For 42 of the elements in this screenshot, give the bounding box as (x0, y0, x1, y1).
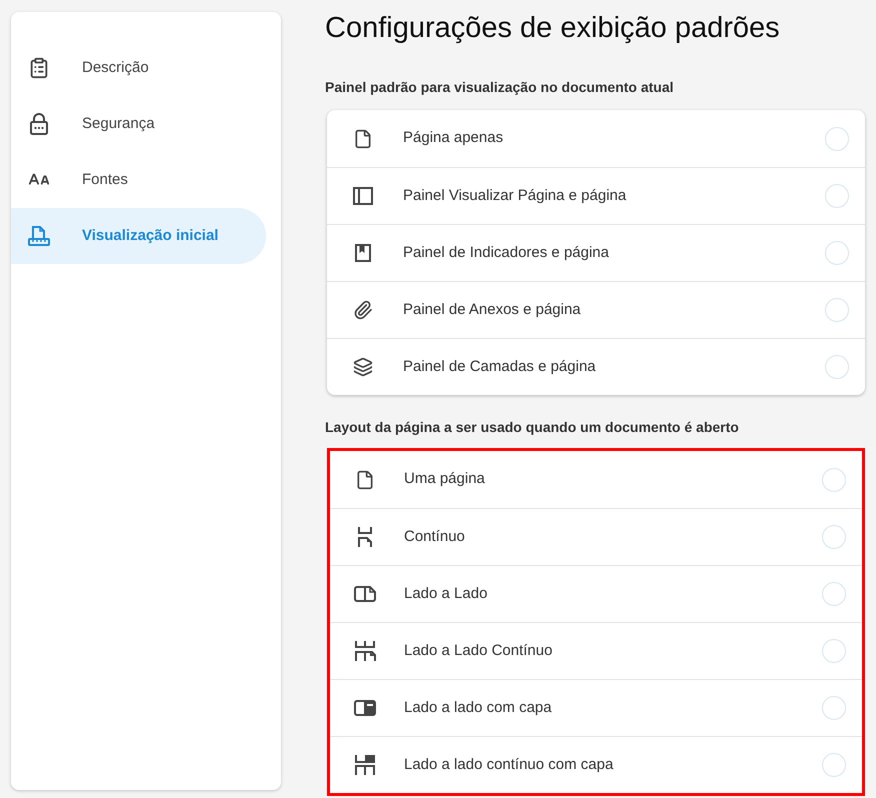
layers-icon (353, 357, 373, 377)
option-label: Lado a lado contínuo com capa (404, 754, 614, 775)
radio-button[interactable] (825, 355, 849, 379)
page-icon (353, 128, 373, 148)
lock-icon (29, 113, 49, 135)
section-heading: Layout da página a ser usado quando um documento é aberto (325, 418, 740, 437)
sidebar-item[interactable]: Descrição (11, 40, 266, 96)
sidebar-item[interactable]: Fontes (11, 152, 266, 208)
radio-button[interactable] (822, 525, 846, 549)
radio-button[interactable] (822, 696, 846, 720)
radio-button[interactable] (825, 241, 849, 265)
option-label: Uma página (404, 469, 486, 490)
option-label: Painel de Camadas e página (403, 356, 597, 377)
sidebar-item[interactable]: Segurança (11, 96, 266, 152)
clipboard-icon (28, 57, 50, 79)
two-pages-icon (354, 586, 376, 602)
page-title: Configurações de exibição padrões (325, 11, 781, 46)
radio-button[interactable] (825, 184, 849, 208)
continuous-pages-icon (356, 527, 372, 547)
two-pages-cover-icon (354, 700, 376, 716)
radio-button[interactable] (822, 468, 846, 492)
section-heading: Painel padrão para visualização no documento atual (325, 78, 675, 97)
option-label: Página apenas (403, 128, 504, 148)
option-label: Lado a Lado (404, 584, 488, 604)
page-icon (354, 470, 374, 490)
option-label: Painel Visualizar Página e página (403, 186, 628, 206)
option-label: Contínuo (404, 526, 466, 547)
bookmark-page-icon (355, 244, 371, 262)
radio-button[interactable] (825, 126, 849, 150)
option-label: Painel de Anexos e página (403, 300, 582, 320)
radio-button[interactable] (822, 753, 846, 777)
option-label: Lado a Lado Contínuo (404, 640, 554, 661)
radio-button[interactable] (825, 298, 849, 322)
radio-button[interactable] (822, 639, 846, 663)
two-pages-continuous-cover-icon (354, 755, 376, 775)
two-pages-continuous-icon (354, 641, 376, 661)
radio-button[interactable] (822, 582, 846, 606)
paperclip-icon (353, 300, 373, 320)
option-label: Painel de Indicadores e página (403, 242, 610, 263)
page-ruler-icon (28, 225, 50, 247)
option-label: Lado a lado com capa (404, 698, 553, 718)
side-panel-icon (353, 187, 373, 205)
